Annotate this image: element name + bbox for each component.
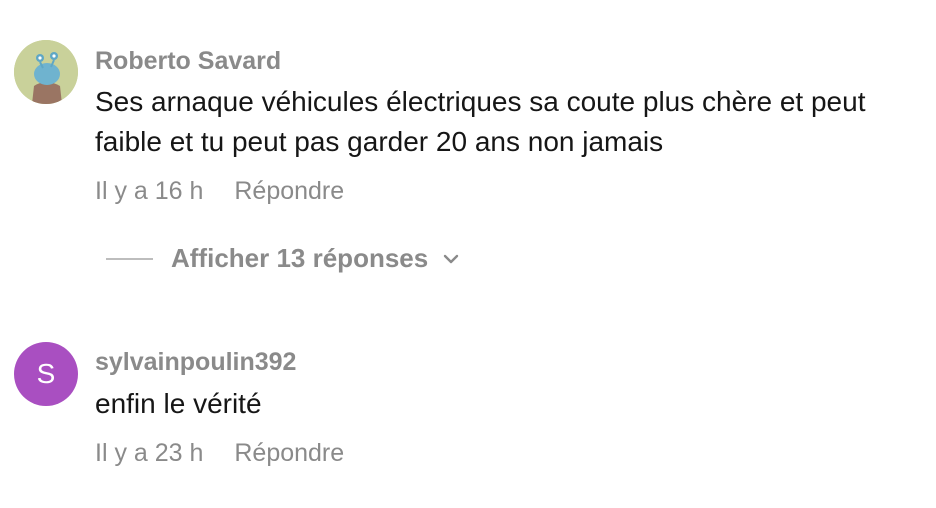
reply-button[interactable]: Répondre bbox=[234, 177, 344, 205]
divider-line bbox=[106, 257, 153, 260]
avatar[interactable]: S bbox=[14, 342, 78, 406]
comment-username[interactable]: Roberto Savard bbox=[95, 47, 281, 76]
comments-list: Roberto Savard Ses arnaque véhicules éle… bbox=[0, 0, 936, 508]
chevron-down-icon bbox=[442, 250, 460, 268]
comment-meta: Il y a 23 h Répondre bbox=[95, 439, 344, 468]
avatar[interactable] bbox=[14, 40, 78, 104]
avatar-photo-icon bbox=[14, 40, 78, 104]
comment-item: S sylvainpoulin392 enfin le vérité Il y … bbox=[0, 300, 936, 508]
comment-meta: Il y a 16 h Répondre bbox=[95, 177, 344, 206]
comment-text: enfin le vérité bbox=[95, 388, 262, 419]
comment-item: Roberto Savard Ses arnaque véhicules éle… bbox=[0, 0, 936, 300]
comment-timestamp: Il y a 16 h bbox=[95, 177, 204, 205]
comment-username[interactable]: sylvainpoulin392 bbox=[95, 348, 296, 377]
comment-timestamp: Il y a 23 h bbox=[95, 439, 204, 467]
show-replies-button[interactable]: Afficher 13 réponses bbox=[106, 243, 460, 274]
show-replies-label: Afficher 13 réponses bbox=[171, 243, 429, 273]
reply-button[interactable]: Répondre bbox=[234, 439, 344, 467]
comment-text: Ses arnaque véhicules électriques sa cou… bbox=[95, 86, 866, 157]
